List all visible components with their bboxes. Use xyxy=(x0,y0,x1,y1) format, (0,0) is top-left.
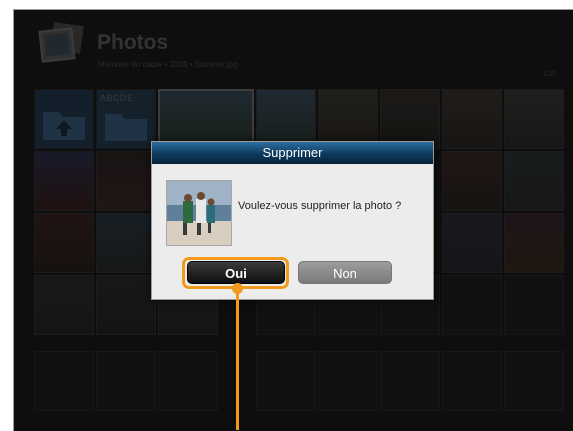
callout-dot xyxy=(232,283,243,294)
dialog-message: Voulez-vous supprimer la photo ? xyxy=(238,200,402,212)
photo-preview-image xyxy=(167,181,231,245)
photo-preview xyxy=(166,180,232,246)
callout-line xyxy=(236,290,239,430)
cancel-non-button[interactable]: Non xyxy=(298,261,392,284)
dialog-title: Supprimer xyxy=(152,142,433,164)
